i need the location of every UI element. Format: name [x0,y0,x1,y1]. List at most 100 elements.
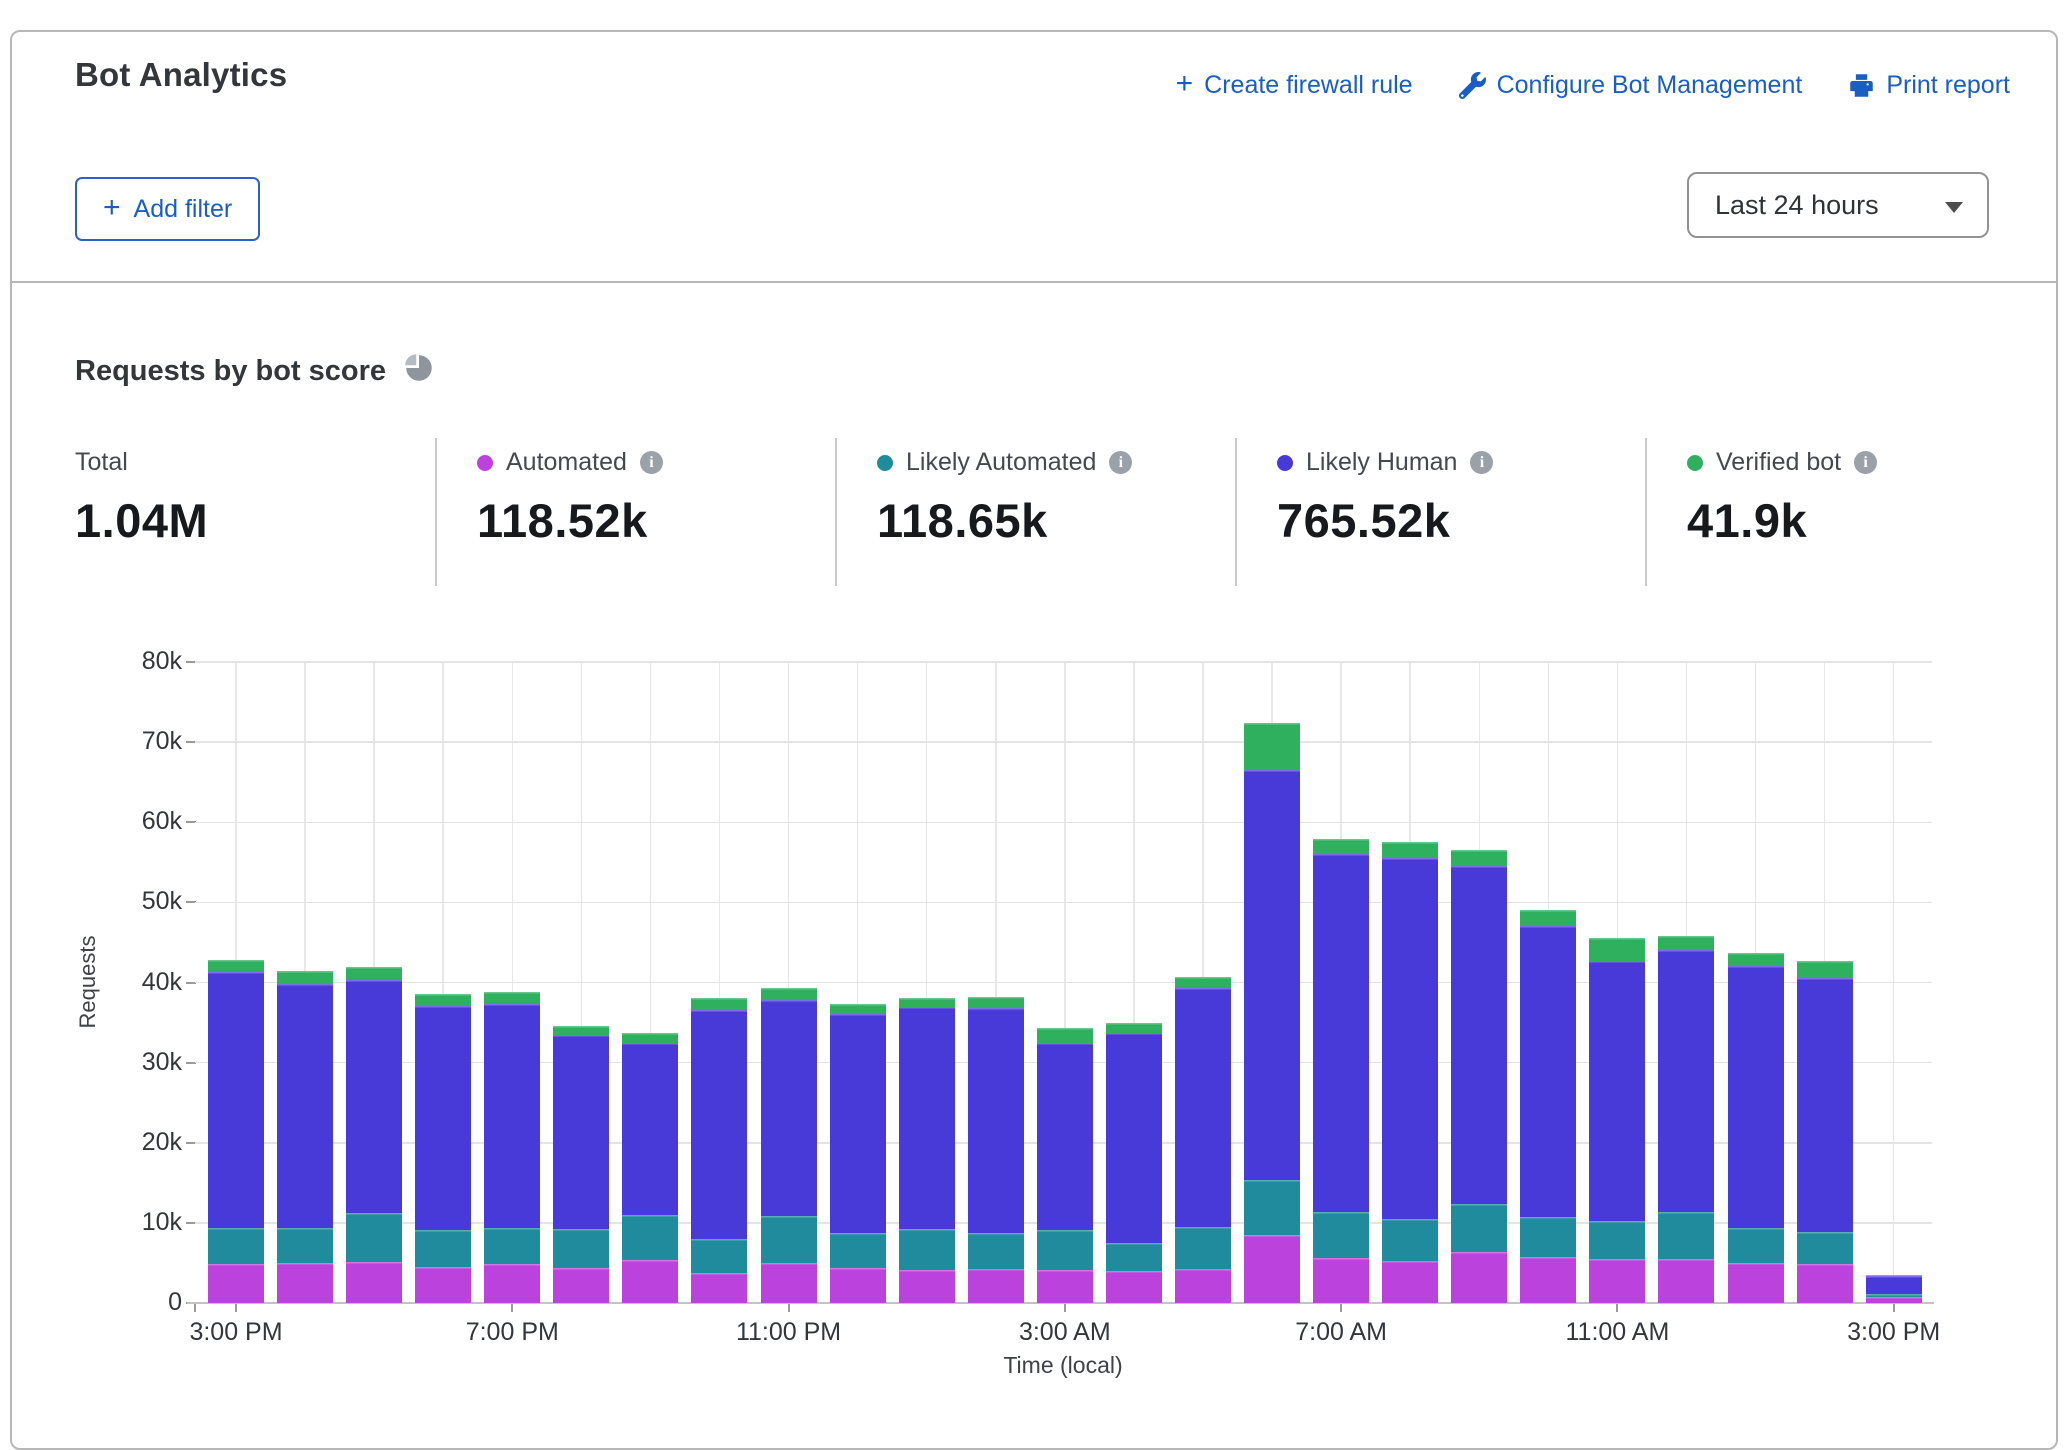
bar-segment-likely-human[interactable] [1866,1276,1922,1294]
bar-segment-likely-human[interactable] [1520,926,1576,1218]
info-icon[interactable]: i [640,451,663,474]
bar-segment-likely-human[interactable] [830,1014,886,1234]
time-range-dropdown[interactable]: Last 24 hours [1687,172,1989,238]
bar-segment-likely-automated[interactable] [1589,1221,1645,1259]
bar-segment-verified-bot[interactable] [1797,961,1853,978]
bar-segment-automated[interactable] [553,1268,609,1303]
bar-segment-likely-human[interactable] [1106,1033,1162,1243]
bar-segment-likely-automated[interactable] [691,1239,747,1273]
bar-segment-likely-human[interactable] [208,972,264,1228]
info-icon[interactable]: i [1854,451,1877,474]
bar-segment-likely-automated[interactable] [208,1228,264,1264]
bar-segment-automated[interactable] [1866,1297,1922,1303]
bar-segment-likely-automated[interactable] [1797,1232,1853,1264]
bar-segment-likely-automated[interactable] [1175,1227,1231,1269]
bar-segment-verified-bot[interactable] [484,992,540,1004]
bar-segment-likely-automated[interactable] [1244,1180,1300,1235]
bar-segment-likely-automated[interactable] [761,1216,817,1263]
bar-segment-likely-human[interactable] [1244,770,1300,1179]
bar-segment-automated[interactable] [1589,1259,1645,1303]
info-icon[interactable]: i [1109,451,1132,474]
bar-segment-likely-human[interactable] [1037,1043,1093,1230]
bar-segment-likely-automated[interactable] [1728,1228,1784,1263]
bar-segment-verified-bot[interactable] [968,997,1024,1008]
bar-segment-likely-automated[interactable] [1106,1243,1162,1271]
bar-segment-verified-bot[interactable] [1451,850,1507,866]
bar-segment-verified-bot[interactable] [1866,1275,1922,1276]
bar-segment-likely-human[interactable] [1658,950,1714,1212]
bar-segment-automated[interactable] [1244,1235,1300,1303]
bar-segment-automated[interactable] [1728,1263,1784,1303]
bar-segment-likely-automated[interactable] [346,1213,402,1262]
bar-segment-verified-bot[interactable] [1728,953,1784,966]
bar-segment-verified-bot[interactable] [346,967,402,981]
bar-segment-likely-human[interactable] [691,1010,747,1239]
configure-bot-management-link[interactable]: Configure Bot Management [1459,71,1803,100]
bar-segment-verified-bot[interactable] [1382,842,1438,858]
bar-segment-verified-bot[interactable] [1658,936,1714,950]
bar-segment-automated[interactable] [208,1264,264,1303]
bar-segment-likely-human[interactable] [1797,978,1853,1232]
bar-segment-automated[interactable] [1037,1270,1093,1303]
bar-segment-automated[interactable] [899,1270,955,1303]
bar-segment-automated[interactable] [1175,1269,1231,1303]
add-filter-button[interactable]: + Add filter [75,177,260,241]
bar-segment-likely-automated[interactable] [1451,1204,1507,1252]
bar-segment-verified-bot[interactable] [1106,1023,1162,1033]
bar-segment-automated[interactable] [622,1260,678,1303]
bar-segment-likely-automated[interactable] [415,1230,471,1267]
bar-segment-likely-automated[interactable] [1037,1230,1093,1270]
bar-segment-verified-bot[interactable] [1520,910,1576,925]
bar-segment-likely-human[interactable] [968,1008,1024,1233]
bar-segment-likely-human[interactable] [1313,854,1369,1212]
create-firewall-rule-link[interactable]: + Create firewall rule [1176,70,1413,100]
bar-segment-likely-automated[interactable] [1866,1294,1922,1297]
bar-segment-verified-bot[interactable] [899,998,955,1007]
bar-segment-likely-automated[interactable] [830,1233,886,1267]
bar-segment-likely-automated[interactable] [484,1228,540,1264]
bar-segment-likely-human[interactable] [622,1043,678,1215]
bar-segment-likely-human[interactable] [1728,966,1784,1228]
bar-segment-verified-bot[interactable] [830,1004,886,1014]
bar-segment-automated[interactable] [277,1263,333,1303]
bar-segment-automated[interactable] [968,1269,1024,1303]
bar-segment-automated[interactable] [484,1264,540,1303]
bar-segment-automated[interactable] [830,1268,886,1303]
bar-segment-verified-bot[interactable] [1589,938,1645,961]
bar-segment-verified-bot[interactable] [761,988,817,1000]
bar-segment-likely-automated[interactable] [968,1233,1024,1269]
info-icon[interactable]: i [1470,451,1493,474]
bar-segment-verified-bot[interactable] [1037,1028,1093,1042]
bar-segment-likely-human[interactable] [415,1006,471,1230]
bar-segment-likely-human[interactable] [1382,858,1438,1219]
bar-segment-likely-human[interactable] [484,1004,540,1228]
bar-segment-verified-bot[interactable] [208,960,264,972]
bar-segment-automated[interactable] [761,1263,817,1303]
bar-segment-likely-automated[interactable] [1382,1219,1438,1261]
bar-segment-likely-automated[interactable] [553,1229,609,1267]
bar-segment-verified-bot[interactable] [1175,977,1231,988]
bar-segment-likely-human[interactable] [277,984,333,1228]
bar-segment-automated[interactable] [1106,1271,1162,1303]
bar-segment-automated[interactable] [1313,1258,1369,1303]
bar-segment-likely-human[interactable] [899,1007,955,1230]
bar-segment-likely-automated[interactable] [1313,1212,1369,1258]
bar-segment-likely-human[interactable] [761,1000,817,1216]
bar-segment-automated[interactable] [1382,1261,1438,1303]
bar-segment-automated[interactable] [1658,1259,1714,1303]
bar-segment-likely-automated[interactable] [1520,1217,1576,1257]
bar-segment-likely-human[interactable] [1589,961,1645,1221]
bar-segment-likely-human[interactable] [1451,866,1507,1204]
bar-segment-automated[interactable] [691,1273,747,1303]
bar-segment-verified-bot[interactable] [1313,839,1369,853]
bar-segment-automated[interactable] [1797,1264,1853,1303]
bar-segment-likely-automated[interactable] [899,1229,955,1270]
bar-segment-likely-automated[interactable] [277,1228,333,1263]
bar-segment-automated[interactable] [415,1267,471,1303]
bar-segment-likely-automated[interactable] [1658,1212,1714,1259]
bar-segment-likely-automated[interactable] [622,1215,678,1260]
bar-segment-verified-bot[interactable] [691,998,747,1010]
bar-segment-verified-bot[interactable] [415,994,471,1006]
bar-segment-verified-bot[interactable] [622,1033,678,1043]
bar-segment-likely-human[interactable] [346,980,402,1213]
